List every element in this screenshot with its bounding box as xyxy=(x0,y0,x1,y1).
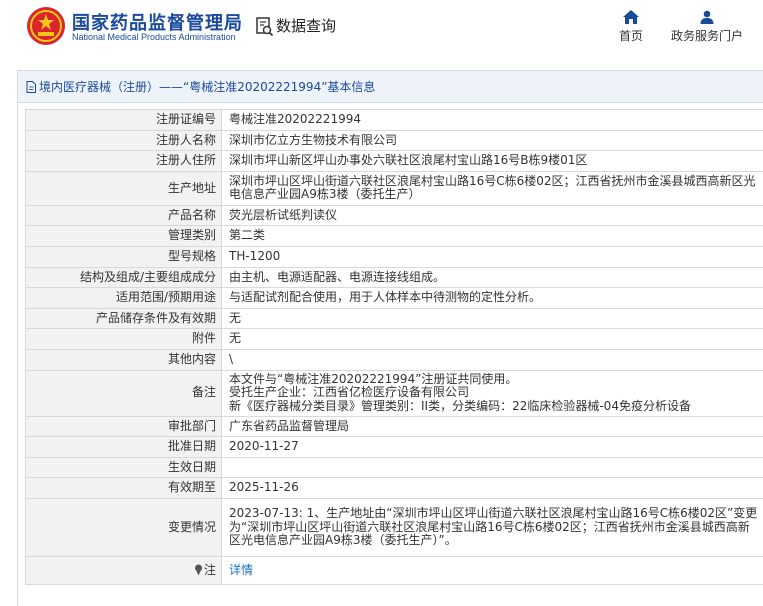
table-row: 附件 无 xyxy=(25,328,763,350)
row-label: 注册证编号 xyxy=(25,109,222,131)
row-value: 无 xyxy=(221,328,763,350)
row-label: 审批部门 xyxy=(25,415,222,438)
table-row: 型号规格 TH-1200 xyxy=(25,245,763,268)
row-label: 其他内容 xyxy=(25,348,222,371)
row-label: 产品储存条件及有效期 xyxy=(25,307,222,330)
row-label: 管理类别 xyxy=(25,225,222,247)
nav-portal-label: 政务服务门户 xyxy=(670,29,743,43)
table-row: 注 详情 xyxy=(25,555,763,585)
row-label: 产品名称 xyxy=(25,204,222,227)
table-row: 注册证编号 粤械注准20202221994 xyxy=(25,109,763,131)
table-row: 结构及组成/主要组成成分 由主机、电源适配器、电源连接线组成。 xyxy=(25,266,763,289)
pin-icon xyxy=(194,564,202,576)
table-row: 管理类别 第二类 xyxy=(25,225,763,247)
data-query-link[interactable]: 数据查询 xyxy=(276,15,336,36)
brand-name-en: National Medical Products Administration xyxy=(72,32,236,42)
row-label: 备注 xyxy=(25,369,222,417)
table-row: 注册人住所 深圳市坪山新区坪山办事处六联社区浪尾村宝山路16号B栋9楼01区 xyxy=(25,150,763,172)
table-row: 产品名称 荧光层析试纸判读仪 xyxy=(25,204,763,227)
row-label: 生效日期 xyxy=(25,456,222,479)
row-value: 由主机、电源适配器、电源连接线组成。 xyxy=(221,266,763,289)
row-value: 第二类 xyxy=(221,225,763,247)
row-label: 适用范围/预期用途 xyxy=(25,287,222,309)
row-value: 2020-11-27 xyxy=(221,436,763,458)
row-value: \ xyxy=(221,348,763,371)
site-header: 国家药品监督管理局 National Medical Products Admi… xyxy=(0,0,763,58)
nav-home[interactable]: 首页 xyxy=(614,10,648,44)
row-value: 无 xyxy=(221,307,763,330)
note-label: 注 xyxy=(203,562,216,577)
row-label: 生产地址 xyxy=(25,170,222,206)
row-value: 荧光层析试纸判读仪 xyxy=(221,204,763,227)
row-label: 变更情况 xyxy=(25,497,222,557)
panel-title-text: 境内医疗器械（注册）——“粤械注准20202221994”基本信息 xyxy=(39,80,376,94)
table-row: 注册人名称 深圳市亿立方生物技术有限公司 xyxy=(25,129,763,152)
row-value: 深圳市亿立方生物技术有限公司 xyxy=(221,129,763,152)
row-label: 结构及组成/主要组成成分 xyxy=(25,266,222,289)
info-table-wrap: 注册证编号 粤械注准20202221994 注册人名称 深圳市亿立方生物技术有限… xyxy=(25,109,763,585)
document-icon xyxy=(26,80,36,93)
user-icon xyxy=(700,10,714,24)
nav-portal[interactable]: 政务服务门户 xyxy=(668,10,746,44)
row-value: 粤械注准20202221994 xyxy=(221,109,763,131)
row-value: 详情 xyxy=(221,555,763,585)
details-link[interactable]: 详情 xyxy=(229,563,253,577)
info-table: 注册证编号 粤械注准20202221994 注册人名称 深圳市亿立方生物技术有限… xyxy=(25,109,763,585)
home-icon xyxy=(623,10,639,24)
row-value: 广东省药品监督管理局 xyxy=(221,415,763,438)
table-row: 备注 本文件与“粤械注准20202221994”注册证共同使用。 受托生产企业：… xyxy=(25,369,763,417)
row-value: TH-1200 xyxy=(221,245,763,268)
table-row: 审批部门 广东省药品监督管理局 xyxy=(25,415,763,438)
search-document-icon[interactable] xyxy=(256,17,274,37)
row-label: 注 xyxy=(25,555,222,585)
row-value: 2023-07-13: 1、生产地址由“深圳市坪山区坪山街道六联社区浪尾村宝山路… xyxy=(221,497,763,557)
panel-title: 境内医疗器械（注册）——“粤械注准20202221994”基本信息 xyxy=(18,71,763,103)
national-emblem-icon xyxy=(27,7,65,45)
row-label: 注册人住所 xyxy=(25,150,222,172)
row-label: 型号规格 xyxy=(25,245,222,268)
row-label: 批准日期 xyxy=(25,436,222,458)
row-label: 附件 xyxy=(25,328,222,350)
row-value: 2025-11-26 xyxy=(221,477,763,499)
table-row: 生产地址 深圳市坪山区坪山街道六联社区浪尾村宝山路16号C栋6楼02区；江西省抚… xyxy=(25,170,763,206)
detail-panel: 境内医疗器械（注册）——“粤械注准20202221994”基本信息 注册证编号 … xyxy=(17,70,763,606)
remark-line: 新《医疗器械分类目录》管理类别：II类，分类编码：22临床检验器械-04免疫分析… xyxy=(229,398,691,413)
row-value: 与适配试剂配合使用，用于人体样本中待测物的定性分析。 xyxy=(221,287,763,309)
row-value: 本文件与“粤械注准20202221994”注册证共同使用。 受托生产企业：江西省… xyxy=(221,369,763,417)
table-row: 产品储存条件及有效期 无 xyxy=(25,307,763,330)
row-label: 注册人名称 xyxy=(25,129,222,152)
row-label: 有效期至 xyxy=(25,477,222,499)
nav-home-label: 首页 xyxy=(618,29,643,43)
table-row: 适用范围/预期用途 与适配试剂配合使用，用于人体样本中待测物的定性分析。 xyxy=(25,287,763,309)
table-row: 批准日期 2020-11-27 xyxy=(25,436,763,458)
row-value: 深圳市坪山新区坪山办事处六联社区浪尾村宝山路16号B栋9楼01区 xyxy=(221,150,763,172)
table-row: 生效日期 xyxy=(25,456,763,479)
table-row: 有效期至 2025-11-26 xyxy=(25,477,763,499)
remark-line: 受托生产企业：江西省亿检医疗设备有限公司 xyxy=(229,385,470,400)
table-row: 其他内容 \ xyxy=(25,348,763,371)
table-row: 变更情况 2023-07-13: 1、生产地址由“深圳市坪山区坪山街道六联社区浪… xyxy=(25,497,763,557)
row-value: 深圳市坪山区坪山街道六联社区浪尾村宝山路16号C栋6楼02区；江西省抚州市金溪县… xyxy=(221,170,763,206)
row-value xyxy=(221,456,763,479)
